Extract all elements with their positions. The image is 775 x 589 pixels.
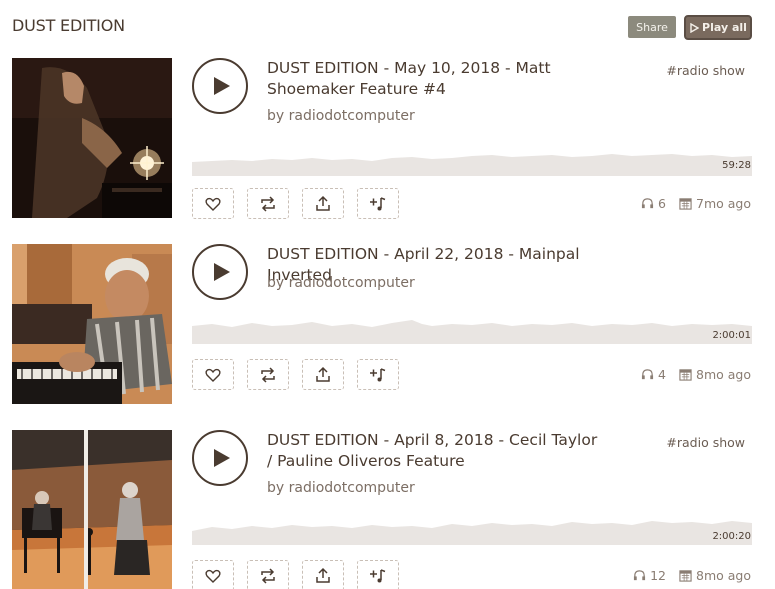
track-duration: 59:28 <box>722 160 751 171</box>
track-item: DUST EDITION - April 8, 2018 - Cecil Tay… <box>0 430 775 589</box>
track-stats: 4 8mo ago <box>641 367 751 382</box>
track-tag[interactable]: #radio show <box>666 63 745 78</box>
track-title[interactable]: DUST EDITION - April 8, 2018 - Cecil Tay… <box>267 430 607 472</box>
waveform[interactable] <box>192 314 752 344</box>
keyboard-player-photo <box>12 244 172 404</box>
play-all-button[interactable]: Play all <box>684 15 752 40</box>
repost-button[interactable] <box>247 188 289 219</box>
play-icon <box>690 22 700 33</box>
track-title[interactable]: DUST EDITION - May 10, 2018 - Matt Shoem… <box>267 58 607 100</box>
track-actions <box>192 359 399 390</box>
track-author[interactable]: by radiodotcomputer <box>267 275 415 291</box>
heart-icon <box>205 569 221 583</box>
add-to-playlist-icon <box>370 367 386 381</box>
share-track-button[interactable] <box>302 560 344 589</box>
add-to-playlist-button[interactable] <box>357 359 399 390</box>
track-actions <box>192 560 399 589</box>
calendar-icon <box>679 369 692 381</box>
headphones-icon <box>641 369 654 380</box>
headphones-icon <box>634 570 646 581</box>
add-to-playlist-icon <box>370 568 386 582</box>
waveform[interactable] <box>192 515 752 545</box>
like-button[interactable] <box>192 188 234 219</box>
calendar-icon <box>679 198 692 210</box>
share-track-button[interactable] <box>302 188 344 219</box>
track-cover-image[interactable] <box>12 58 172 218</box>
heart-icon <box>205 197 221 211</box>
track-duration: 2:00:01 <box>712 330 751 341</box>
heart-icon <box>205 368 221 382</box>
track-cover-image[interactable] <box>12 244 172 404</box>
add-to-playlist-button[interactable] <box>357 188 399 219</box>
track-duration: 2:00:20 <box>712 531 751 542</box>
headphones-icon <box>641 198 654 209</box>
play-count: 12 <box>650 568 666 583</box>
repost-icon <box>261 195 275 212</box>
waveform[interactable] <box>192 146 752 176</box>
play-all-label: Play all <box>702 21 747 34</box>
calendar-icon <box>679 570 692 582</box>
repost-button[interactable] <box>247 359 289 390</box>
track-author[interactable]: by radiodotcomputer <box>267 108 415 124</box>
share-button[interactable]: Share <box>628 16 676 38</box>
track-age: 8mo ago <box>696 367 751 382</box>
play-icon <box>214 77 230 95</box>
repost-icon <box>261 366 275 383</box>
track-age: 7mo ago <box>696 196 751 211</box>
play-count: 6 <box>658 196 666 211</box>
like-button[interactable] <box>192 359 234 390</box>
playlist-header: DUST EDITION Share Play all <box>0 0 775 50</box>
share-icon <box>316 366 330 382</box>
stage-performers-photo <box>12 430 172 589</box>
track-stats: 6 7mo ago <box>641 196 751 211</box>
track-cover-image[interactable] <box>12 430 172 589</box>
play-count: 4 <box>658 367 666 382</box>
play-icon <box>214 449 230 467</box>
track-actions <box>192 188 399 219</box>
play-button[interactable] <box>192 58 248 114</box>
like-button[interactable] <box>192 560 234 589</box>
share-icon <box>316 195 330 211</box>
share-track-button[interactable] <box>302 359 344 390</box>
track-item: DUST EDITION - May 10, 2018 - Matt Shoem… <box>0 58 775 233</box>
track-author[interactable]: by radiodotcomputer <box>267 480 415 496</box>
play-icon <box>214 263 230 281</box>
add-to-playlist-button[interactable] <box>357 560 399 589</box>
track-stats: 12 8mo ago <box>633 568 751 583</box>
add-to-playlist-icon <box>370 196 386 210</box>
track-age: 8mo ago <box>696 568 751 583</box>
playlist-title: DUST EDITION <box>12 16 125 35</box>
dj-performer-photo <box>12 58 172 218</box>
repost-button[interactable] <box>247 560 289 589</box>
share-icon <box>316 567 330 583</box>
repost-icon <box>261 567 275 584</box>
play-button[interactable] <box>192 430 248 486</box>
track-item: DUST EDITION - April 22, 2018 - Mainpal … <box>0 244 775 419</box>
track-tag[interactable]: #radio show <box>666 435 745 450</box>
play-button[interactable] <box>192 244 248 300</box>
